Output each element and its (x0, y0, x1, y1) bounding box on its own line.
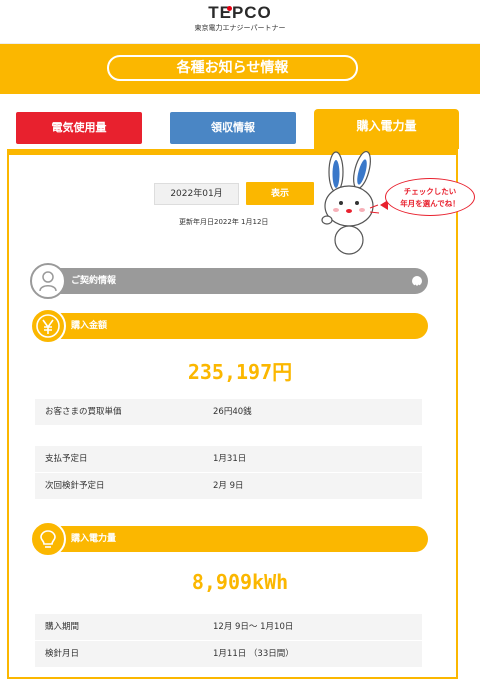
logo-subtitle: 東京電力エナジーパートナー (194, 24, 286, 32)
logo-dot (227, 6, 232, 11)
row-value: 1月11日 （33日間） (213, 649, 294, 659)
bubble-line-2: 年月を選んでね！ (400, 199, 460, 208)
purchase-power-bar: 購入電力量 (35, 526, 428, 552)
row-key: お客さまの買取単価 (45, 407, 122, 417)
contract-info-bar[interactable]: ご契約情報 (35, 268, 428, 294)
tab-usage[interactable]: 電気使用量 (16, 112, 142, 144)
purchase-amount-bar: 購入金額 (35, 313, 428, 339)
row-value: 1月31日 (213, 454, 247, 464)
bubble-line-1: チェックしたい (403, 187, 457, 196)
lightbulb-icon (30, 521, 66, 557)
yen-icon (30, 308, 66, 344)
logo[interactable]: TEPCO 東京電力エナジーパートナー (0, 4, 480, 34)
header: TEPCO 東京電力エナジーパートナー (0, 0, 480, 44)
purchase-amount-value: 235,197円 (187, 360, 293, 384)
tab-bar: 電気使用量 領収情報 購入電力量 (0, 94, 480, 149)
row-value: 12月 9日～ 1月10日 (213, 622, 294, 632)
row-key: 支払予定日 (45, 454, 88, 464)
tab-receipt[interactable]: 領収情報 (170, 112, 296, 144)
show-button[interactable]: 表示 (246, 182, 314, 205)
table-row: 購入期間 12月 9日～ 1月10日 (35, 614, 422, 641)
month-select[interactable]: 2022年01月 (154, 183, 239, 205)
purchase-amount-label: 購入金額 (71, 321, 108, 331)
row-value: 2月 9日 (213, 481, 244, 491)
tab-purchase-power[interactable]: 購入電力量 (314, 109, 459, 149)
purchase-power-label: 購入電力量 (71, 534, 117, 544)
contract-info-label: ご契約情報 (71, 276, 117, 286)
rabbit-mascot-icon (321, 150, 380, 255)
row-key: 次回検針予定日 (45, 481, 105, 491)
chevron-down-icon (412, 276, 422, 288)
updated-date: 更新年月日2022年 1月12日 (179, 218, 269, 226)
notices-title-button[interactable]: 各種お知らせ情報 (107, 55, 358, 81)
purchase-power-value: 8,909kWh (191, 570, 289, 594)
title-band: 各種お知らせ情報 (0, 44, 480, 94)
table-row: 次回検針予定日 2月 9日 (35, 473, 422, 500)
row-key: 検針月日 (45, 649, 80, 659)
row-value: 26円40銭 (213, 407, 252, 417)
table-row: 検針月日 1月11日 （33日間） (35, 641, 422, 668)
row-key: 購入期間 (45, 622, 80, 632)
speech-bubble: チェックしたい 年月を選んでね！ (385, 178, 475, 216)
table-row: お客さまの買取単価 26円40銭 (35, 399, 422, 426)
logo-text: TEPCO (208, 3, 272, 22)
table-row: 支払予定日 1月31日 (35, 446, 422, 473)
person-icon (30, 263, 66, 299)
